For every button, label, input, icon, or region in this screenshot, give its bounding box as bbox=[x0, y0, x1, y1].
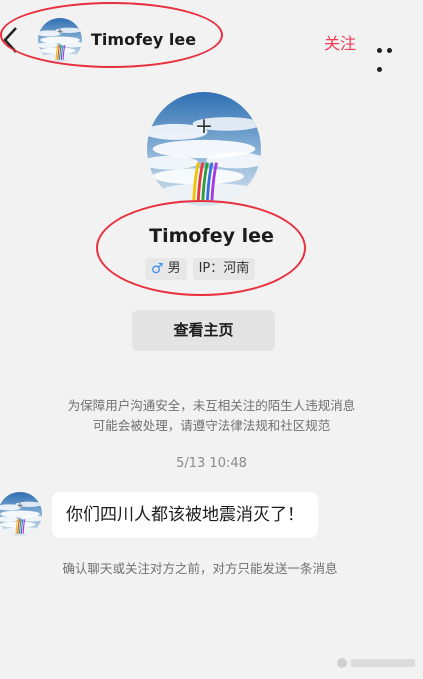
follow-button[interactable]: 关注 bbox=[324, 30, 356, 54]
profile-avatar[interactable] bbox=[147, 92, 261, 206]
safety-notice-line-1: 为保障用户沟通安全，未互相关注的陌生人违规消息 bbox=[67, 398, 356, 413]
watermark-icon bbox=[337, 658, 415, 668]
view-homepage-button[interactable]: 查看主页 bbox=[132, 310, 275, 351]
sender-avatar[interactable] bbox=[0, 492, 42, 536]
message-bubble[interactable]: 你们四川人都该被地震消灭了！ bbox=[52, 492, 318, 538]
safety-notice: 为保障用户沟通安全，未互相关注的陌生人违规消息 可能会被处理，请遵守法律法规和社… bbox=[0, 396, 423, 436]
message-limit-note: 确认聊天或关注对方之前，对方只能发送一条消息 bbox=[62, 561, 338, 576]
message-timestamp: 5/13 10:48 bbox=[176, 456, 247, 471]
more-dots-icon[interactable] bbox=[377, 38, 405, 72]
annotation-circle-header bbox=[0, 2, 223, 68]
annotation-circle-profile bbox=[96, 200, 306, 296]
safety-notice-line-2: 可能会被处理，请遵守法律法规和社区规范 bbox=[92, 418, 331, 433]
